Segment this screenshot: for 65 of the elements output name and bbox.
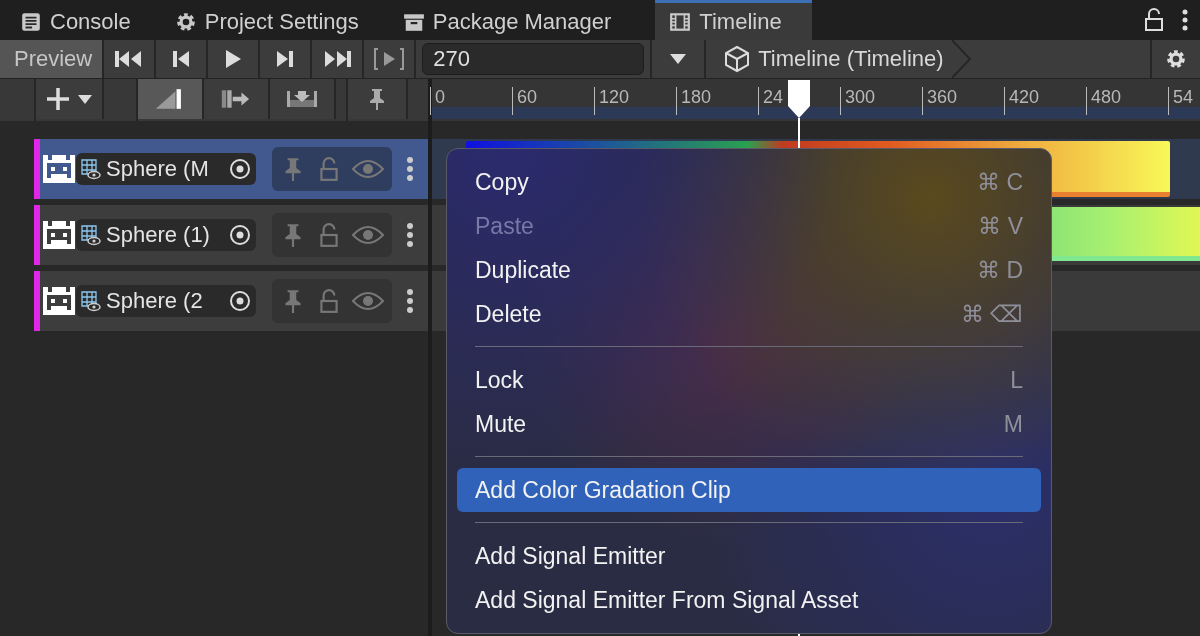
dropdown-button[interactable] [650,40,707,78]
object-field[interactable]: Sphere (1) [76,219,256,251]
caret-icon [78,94,92,104]
target-icon[interactable] [228,289,252,313]
gear-icon [1165,48,1187,70]
step-forward-icon [275,50,296,68]
shortcut-label: ⌘ C [977,168,1023,196]
more-icon[interactable] [1182,8,1188,32]
ruler-label: 60 [512,87,538,115]
ruler-label: 180 [676,87,712,115]
more-icon[interactable] [406,288,414,314]
shortcut-label: L [1010,366,1023,394]
ruler-label: 420 [1004,87,1040,115]
menu-item[interactable]: Duplicate ⌘ D [457,248,1041,292]
menu-item[interactable]: Lock L [457,358,1041,402]
play-icon [224,49,243,69]
ruler-label: 300 [840,87,876,115]
shortcut-label: ⌘ D [977,256,1023,284]
ruler-label: 24 [758,87,784,115]
preview-button[interactable]: Preview [0,40,105,78]
ruler-label: 360 [922,87,958,115]
shortcut-label: ⌘ V [978,212,1023,240]
object-field[interactable]: Sphere (M [76,153,256,185]
menu-item[interactable]: Copy ⌘ C [457,160,1041,204]
pin-icon [367,87,387,111]
caret-icon [670,54,687,64]
step-back-icon [171,50,192,68]
track-name: Sphere (M [106,156,210,182]
menu-item[interactable]: Mute M [457,402,1041,446]
tab[interactable]: Console [12,0,145,40]
plus-icon [46,87,70,111]
skip-end-icon [322,50,353,68]
gear-icon [174,10,197,33]
ruler-label: 120 [594,87,630,115]
target-icon[interactable] [228,223,252,247]
menu-item[interactable]: Delete ⌘ ⌫ [457,292,1041,336]
cube-icon [724,45,751,73]
edit-mode-button[interactable] [204,79,270,119]
menu-item[interactable]: Add Signal Emitter [457,534,1041,578]
menu-item[interactable]: Add Color Gradation Clip [457,468,1041,512]
frame-input-field[interactable]: 270 [422,43,645,75]
ruler-label: 54 [1168,87,1194,115]
target-icon[interactable] [228,157,252,181]
ruler-label: 480 [1086,87,1122,115]
edit-mode-button[interactable] [270,79,336,119]
film-icon [669,10,692,33]
edit-mode-button[interactable] [138,79,204,119]
lock-icon[interactable] [1144,8,1164,32]
tab[interactable]: Project Settings [166,0,373,40]
object-field[interactable]: Sphere (2 [76,285,256,317]
tab[interactable]: Timeline [655,0,812,40]
track-header[interactable]: Sphere (M [34,139,428,199]
shortcut-label: ⌘ ⌫ [960,300,1023,328]
ruler-label: 0 [430,87,445,115]
bracketed-play-icon [372,47,407,71]
menu-item[interactable]: Add Signal Emitter From Signal Asset [457,578,1041,622]
track-name: Sphere (2 [106,288,204,314]
track-header[interactable]: Sphere (2 [34,271,428,331]
tab[interactable]: Package Manager [394,0,626,40]
shortcut-label: M [1003,410,1023,438]
track-name: Sphere (1) [106,222,211,248]
more-icon[interactable] [406,222,414,248]
console-icon [20,10,42,33]
pin-button[interactable] [348,79,408,119]
track-header[interactable]: Sphere (1) [34,205,428,265]
